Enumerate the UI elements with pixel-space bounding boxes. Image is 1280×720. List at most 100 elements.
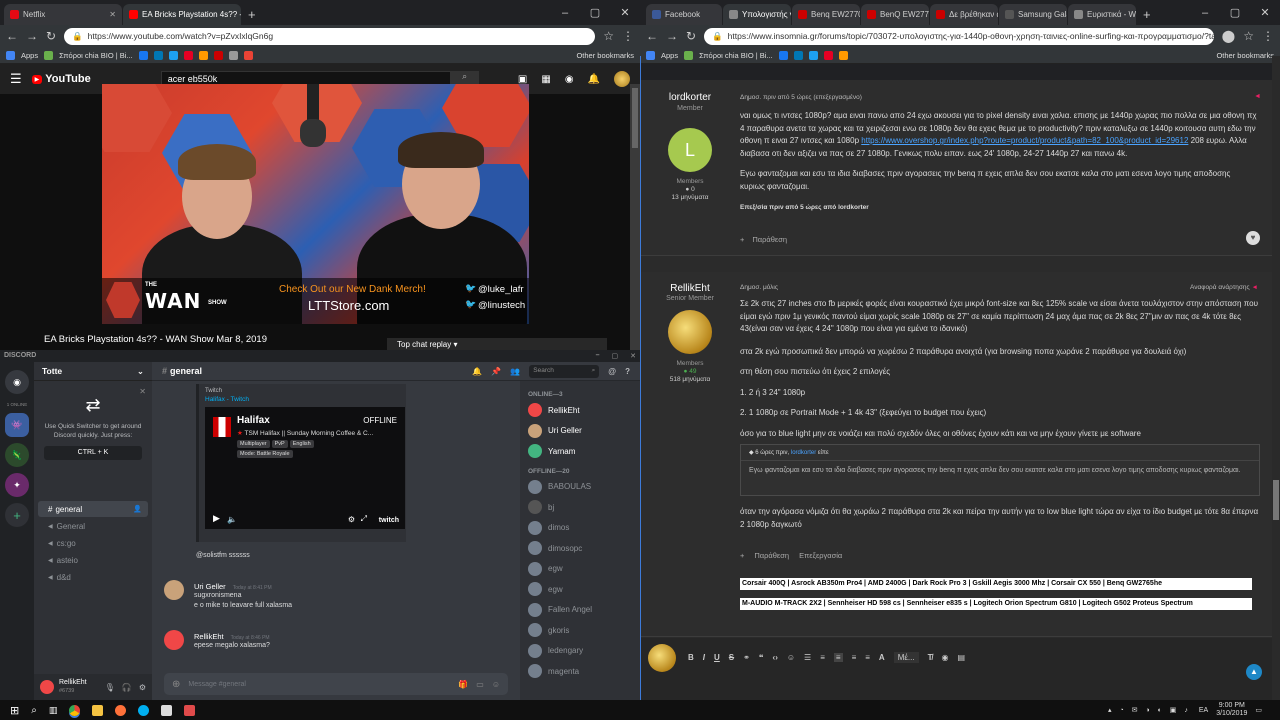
emoji-icon[interactable]: ☺: [492, 680, 500, 689]
forward-icon[interactable]: →: [666, 29, 678, 43]
number-list-icon[interactable]: ≡: [820, 653, 825, 662]
new-tab-button[interactable]: +: [242, 7, 262, 25]
post-author[interactable]: RellikEht: [640, 283, 740, 294]
source-icon[interactable]: ▤: [957, 653, 965, 662]
scroll-to-top-icon[interactable]: ▲: [1246, 664, 1262, 680]
bullet-list-icon[interactable]: ☰: [804, 653, 811, 662]
member-item[interactable]: gkoris: [528, 620, 632, 641]
minimize-icon[interactable]: –: [596, 352, 600, 360]
gear-icon[interactable]: ⚙: [348, 515, 355, 524]
member-item[interactable]: egw: [528, 559, 632, 580]
link-icon[interactable]: ⚭: [743, 653, 750, 662]
share-icon[interactable]: ◄: [1251, 284, 1257, 291]
reload-icon[interactable]: ↻: [686, 29, 696, 43]
channel-general[interactable]: # general 👤: [38, 501, 148, 517]
close-icon[interactable]: ✕: [139, 387, 146, 396]
task-view-icon[interactable]: ▥: [49, 705, 58, 716]
tab-youtube[interactable]: EA Bricks Playstation 4s?? - W✕: [123, 4, 241, 25]
member-item[interactable]: ledengary: [528, 641, 632, 662]
search-icon[interactable]: ⌕: [31, 705, 37, 716]
maximize-icon[interactable]: ▢: [580, 6, 610, 19]
forum-scroll-thumb[interactable]: [1273, 480, 1279, 520]
clear-format-icon[interactable]: T̸: [928, 653, 933, 662]
align-center-icon[interactable]: ≡: [852, 653, 857, 662]
bold-icon[interactable]: B: [688, 653, 694, 662]
avatar[interactable]: [40, 680, 54, 694]
avatar[interactable]: [164, 580, 184, 600]
avatar[interactable]: [614, 71, 630, 87]
close-icon[interactable]: ✕: [109, 10, 116, 19]
back-icon[interactable]: ←: [646, 29, 658, 43]
forum-scrollbar[interactable]: [1272, 56, 1280, 700]
extension-icon[interactable]: ⬤: [1222, 29, 1235, 43]
youtube-scroll-thumb[interactable]: [632, 88, 638, 148]
new-tab-button[interactable]: +: [1137, 7, 1157, 25]
camera-icon[interactable]: ▣: [518, 74, 527, 85]
close-window-icon[interactable]: ✕: [1250, 6, 1280, 19]
notifications-icon[interactable]: ▭: [1255, 706, 1262, 714]
skype-icon[interactable]: [138, 704, 150, 716]
voice-channel-asteio[interactable]: ◀ asteio: [38, 552, 148, 568]
search-input[interactable]: Search ⌕: [529, 364, 600, 378]
avatar[interactable]: [648, 644, 676, 672]
plus-icon[interactable]: +: [740, 551, 744, 560]
strike-icon[interactable]: S: [729, 653, 734, 662]
app-icon[interactable]: [184, 704, 196, 716]
member-item[interactable]: dimos: [528, 518, 632, 539]
youtube-logo[interactable]: ▶ YouTube: [31, 73, 91, 85]
minimize-icon[interactable]: –: [550, 7, 580, 19]
like-icon[interactable]: ♥: [1246, 231, 1260, 245]
avatar[interactable]: L: [668, 128, 712, 172]
menu-icon[interactable]: ⋮: [1262, 29, 1274, 43]
voice-channel-general[interactable]: ◀ General: [38, 518, 148, 534]
member-item[interactable]: magenta: [528, 661, 632, 682]
tab-not-found[interactable]: Δε βρέθηκαν απ...: [930, 4, 998, 25]
members-icon[interactable]: 👥: [510, 367, 520, 376]
edit-button[interactable]: Επεξεργασία: [799, 551, 842, 560]
help-icon[interactable]: ?: [625, 367, 630, 376]
member-item[interactable]: dimosopc: [528, 538, 632, 559]
voice-channel-csgo[interactable]: ◀ cs:go: [38, 535, 148, 551]
text-color-icon[interactable]: A: [879, 653, 885, 662]
italic-icon[interactable]: I: [703, 653, 705, 662]
video-player[interactable]: THE WAN SHOW Check Out our New Dank Merc…: [102, 84, 529, 324]
bookmark-chia[interactable]: Σπόροι chia BIO | Bi...: [699, 51, 773, 60]
product-link[interactable]: https://www.overshop.gr/index.php?route=…: [861, 136, 1188, 145]
maximize-icon[interactable]: ▢: [612, 352, 619, 360]
avatar[interactable]: [164, 630, 184, 650]
menu-icon[interactable]: ⋮: [622, 29, 634, 43]
headphones-icon[interactable]: 🎧: [122, 683, 132, 692]
tab-netflix[interactable]: Netflix ✕: [4, 4, 122, 25]
maximize-icon[interactable]: ▢: [1220, 6, 1250, 19]
close-window-icon[interactable]: ✕: [610, 6, 640, 19]
quote-button[interactable]: + Παράθεση: [740, 235, 787, 244]
play-icon[interactable]: ▶: [213, 513, 220, 524]
twitch-card[interactable]: Halifax OFFLINE ★ TSM Halifax || Sunday …: [205, 407, 405, 529]
member-item[interactable]: RellikEht: [528, 400, 632, 421]
gift-icon[interactable]: 🎁: [458, 680, 468, 689]
server-icon[interactable]: ✦: [5, 473, 29, 497]
quote-button[interactable]: Παράθεση: [754, 551, 789, 560]
tab-benq-1[interactable]: Benq EW2770Q...: [792, 4, 860, 25]
quote-icon[interactable]: ❝: [759, 653, 764, 662]
address-bar[interactable]: 🔒 https://www.insomnia.gr/forums/topic/70…: [704, 27, 1214, 45]
file-explorer-icon[interactable]: [92, 704, 104, 716]
pin-icon[interactable]: 📌: [491, 367, 501, 376]
fullscreen-icon[interactable]: ⤢: [361, 514, 367, 524]
bookmark-apps[interactable]: Apps: [21, 51, 38, 60]
tab-benq-2[interactable]: BenQ EW277HD...: [861, 4, 929, 25]
gif-icon[interactable]: ▭: [476, 680, 484, 689]
tab-samsung[interactable]: Samsung Galax...: [999, 4, 1067, 25]
server-icon[interactable]: 👾: [5, 413, 29, 437]
bookmark-chia[interactable]: Σπόροι chia BIO | Bi...: [59, 51, 133, 60]
clock[interactable]: 9:00 PM 3/10/2019: [1216, 702, 1247, 718]
tab-facebook[interactable]: Facebook: [646, 4, 722, 25]
tray-icons[interactable]: ▴ ◔ ✉ ◑ ◐ ▣ ♪: [1108, 706, 1191, 714]
share-icon[interactable]: ◄: [1254, 93, 1261, 100]
member-item[interactable]: Uri Geller: [528, 421, 632, 442]
tab-windows[interactable]: Ευριστικά - Win...: [1068, 4, 1136, 25]
back-icon[interactable]: ←: [6, 29, 18, 43]
upload-icon[interactable]: ⊕: [172, 679, 180, 690]
bell-icon[interactable]: 🔔: [472, 367, 482, 376]
align-right-icon[interactable]: ≡: [865, 653, 870, 662]
